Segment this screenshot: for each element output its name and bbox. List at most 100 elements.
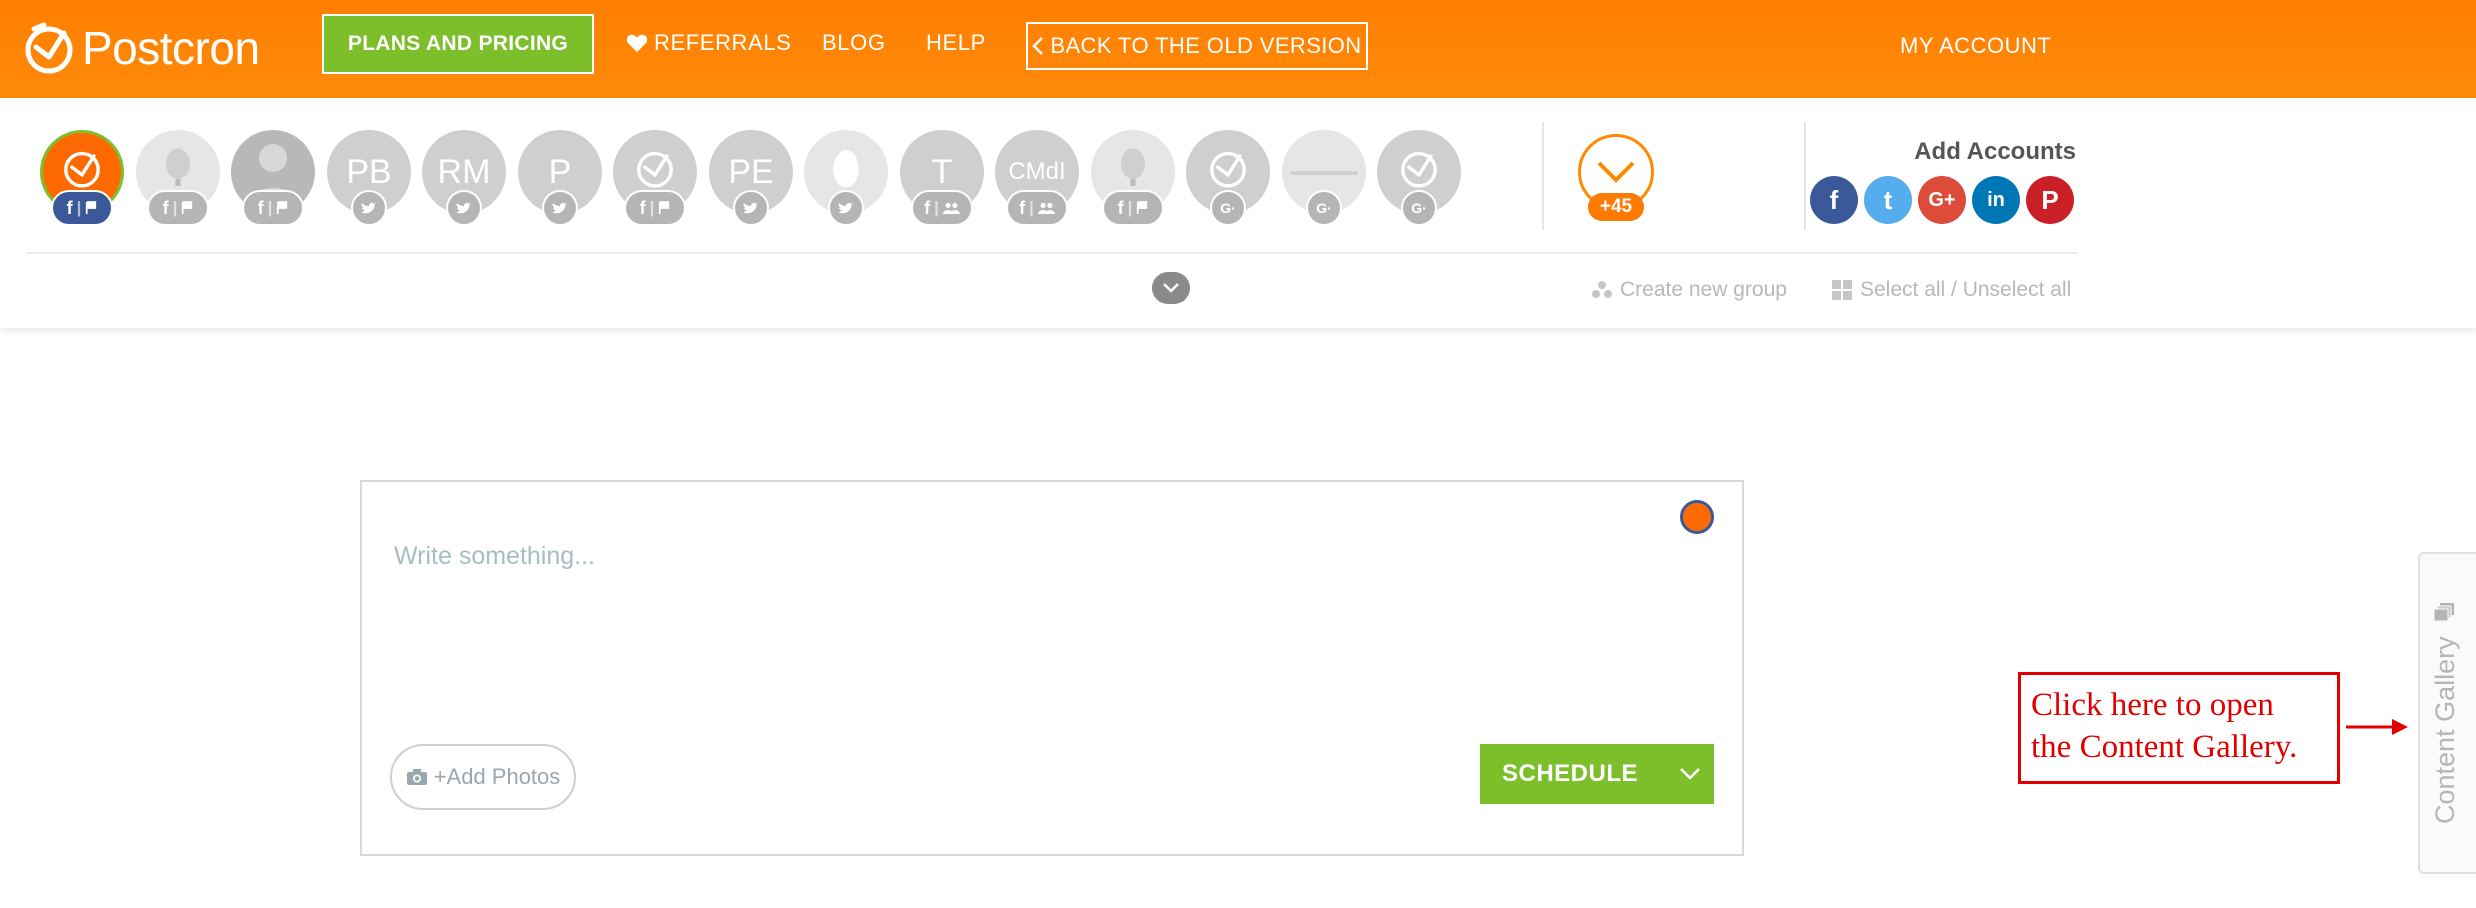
account-network-badge: f |	[51, 190, 113, 226]
selected-account-avatar	[1680, 500, 1714, 534]
twitter-icon	[838, 202, 854, 213]
nav-referrals[interactable]: REFERRALS	[626, 30, 791, 56]
divider	[1804, 122, 1806, 230]
twitter-icon	[361, 202, 377, 213]
account-network-badge: f |	[911, 190, 973, 226]
select-all-link[interactable]: Select all / Unselect all	[1832, 278, 2071, 302]
post-composer: Write something... +Add Photos SCHEDULE	[360, 480, 1744, 856]
account-initials: PE	[728, 152, 774, 191]
social-accounts-panel: f | f | f | PB RM Pf | PE Tf | CMdI f | f | G· G· G· +45 Add…	[0, 98, 2476, 328]
page-flag-icon	[659, 201, 670, 214]
add-accounts-title: Add Accounts	[1914, 138, 2076, 165]
add-pinterest-account-button[interactable]: P	[2026, 176, 2074, 224]
facebook-icon: f	[1019, 197, 1026, 218]
nav-help[interactable]: HELP	[926, 30, 986, 56]
schedule-button[interactable]: SCHEDULE	[1480, 744, 1714, 804]
plans-and-pricing-button[interactable]: PLANS AND PRICING	[322, 14, 594, 74]
account-network-badge: f |	[1102, 190, 1164, 226]
add-facebook-account-button[interactable]: f	[1810, 176, 1858, 224]
postcron-logo[interactable]: Postcron	[22, 16, 260, 80]
page-flag-icon	[277, 201, 288, 214]
post-text-input[interactable]: Write something...	[394, 542, 595, 571]
create-new-group-link[interactable]: Create new group	[1592, 278, 1787, 302]
account-initials: P	[548, 152, 572, 191]
schedule-options-dropdown[interactable]	[1666, 744, 1714, 804]
account-network-badge	[446, 190, 482, 226]
nav-blog[interactable]: BLOG	[822, 30, 886, 56]
page-flag-icon	[86, 201, 97, 214]
postcron-clock-icon	[25, 22, 73, 74]
facebook-icon: f	[1117, 197, 1124, 218]
arrow-right-icon	[2346, 719, 2408, 735]
annotation-line-1: Click here to open	[2031, 687, 2274, 723]
camera-icon	[406, 769, 427, 785]
chevron-down-icon	[1597, 161, 1635, 183]
content-gallery-label: Content Gallery	[2430, 636, 2460, 824]
account-network-badge	[351, 190, 387, 226]
select-all-label: Select all / Unselect all	[1860, 278, 2072, 301]
chevron-down-icon	[1163, 283, 1179, 293]
add-twitter-account-button[interactable]: t	[1864, 176, 1912, 224]
group-icon	[1037, 202, 1055, 214]
account-network-badge: G·	[1401, 190, 1437, 226]
facebook-icon: f	[639, 197, 646, 218]
create-new-group-label: Create new group	[1620, 278, 1787, 301]
facebook-icon: f	[1829, 184, 1839, 215]
page-flag-icon	[182, 201, 193, 214]
divider	[26, 252, 2078, 254]
facebook-icon: f	[162, 197, 169, 218]
google-plus-icon: G·	[1316, 200, 1332, 216]
schedule-label: SCHEDULE	[1502, 760, 1639, 787]
add-linkedin-account-button[interactable]: in	[1972, 176, 2020, 224]
google-plus-icon: G+	[1928, 188, 1956, 211]
gallery-stack-icon	[2434, 603, 2454, 622]
facebook-icon: f	[257, 197, 264, 218]
account-network-badge: f |	[242, 190, 304, 226]
content-gallery-tab[interactable]: Content Gallery	[2418, 552, 2476, 874]
more-accounts-count[interactable]: +45	[1588, 193, 1644, 221]
google-plus-icon: G·	[1220, 200, 1236, 216]
account-network-badge: f |	[1006, 190, 1068, 226]
add-google-plus-account-button[interactable]: G+	[1918, 176, 1966, 224]
expand-accounts-button[interactable]	[1152, 272, 1190, 304]
group-icon	[1592, 281, 1612, 298]
pinterest-icon: P	[2041, 184, 2059, 215]
facebook-icon: f	[924, 197, 931, 218]
back-to-old-version-label: BACK TO THE OLD VERSION	[1050, 33, 1362, 58]
twitter-icon: t	[1883, 184, 1893, 215]
postcron-wordmark-icon	[1286, 153, 1362, 192]
account-initials: T	[931, 152, 953, 191]
divider	[1542, 122, 1544, 230]
chevron-left-icon	[1032, 37, 1044, 55]
account-initials: PB	[346, 152, 392, 191]
group-icon	[942, 202, 960, 214]
add-photos-label: +Add Photos	[433, 764, 561, 789]
linkedin-icon: in	[1987, 188, 2005, 211]
account-network-badge	[542, 190, 578, 226]
account-network-badge: G·	[1210, 190, 1246, 226]
chevron-down-icon	[1680, 768, 1700, 780]
facebook-icon: f	[66, 197, 73, 218]
account-initials: CMdI	[1008, 158, 1066, 185]
my-account-link[interactable]: MY ACCOUNT	[1900, 33, 2051, 59]
top-navigation-bar: Postcron PLANS AND PRICING REFERRALS BLO…	[0, 0, 2476, 98]
google-plus-icon: G·	[1411, 200, 1427, 216]
twitter-icon	[743, 202, 759, 213]
account-network-badge	[733, 190, 769, 226]
account-network-badge	[828, 190, 864, 226]
account-initials: RM	[437, 152, 491, 191]
account-network-badge: G·	[1306, 190, 1342, 226]
heart-icon	[626, 34, 648, 53]
annotation-line-2: the Content Gallery.	[2031, 729, 2298, 765]
annotation-callout: Click here to open the Content Gallery.	[2018, 672, 2340, 784]
account-network-badge: f |	[624, 190, 686, 226]
grid-icon	[1832, 280, 1852, 300]
nav-referrals-label: REFERRALS	[654, 30, 792, 55]
brand-name: Postcron	[82, 22, 260, 74]
twitter-icon	[456, 202, 472, 213]
back-to-old-version-button[interactable]: BACK TO THE OLD VERSION	[1026, 22, 1368, 70]
account-network-badge: f |	[147, 190, 209, 226]
twitter-icon	[552, 202, 568, 213]
add-photos-button[interactable]: +Add Photos	[390, 744, 576, 810]
page-flag-icon	[1137, 201, 1148, 214]
